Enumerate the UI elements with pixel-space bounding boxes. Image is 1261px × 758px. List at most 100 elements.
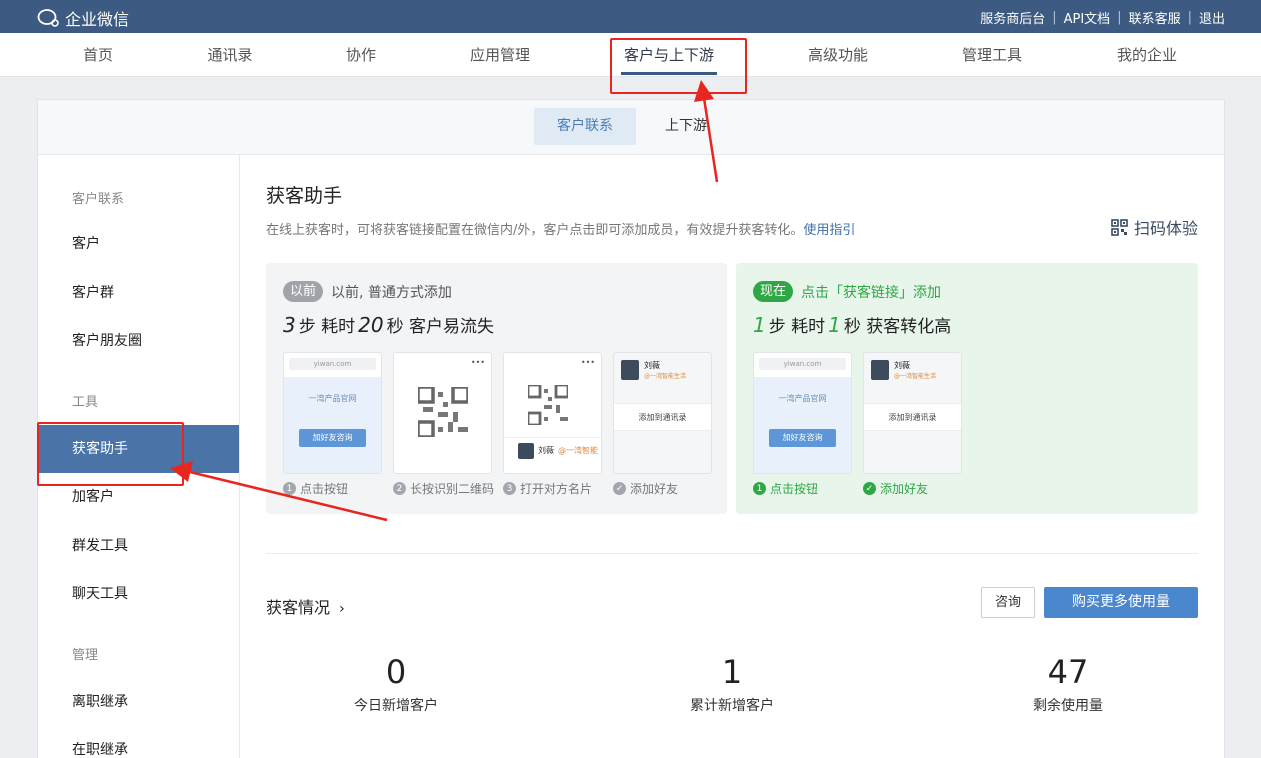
link-logout[interactable]: 退出 xyxy=(1199,8,1225,27)
divider: | xyxy=(1187,10,1192,25)
top-links: 服务商后台 | API文档 | 联系客服 | 退出 xyxy=(980,8,1225,27)
now-summary-text-1: 步 耗时 xyxy=(768,317,826,337)
nav-collab[interactable]: 协作 xyxy=(345,33,377,77)
consult-button[interactable]: 咨询 xyxy=(981,587,1035,618)
sidebar-item-chat-tools[interactable]: 聊天工具 xyxy=(38,570,239,618)
before-step-1: 1 点击按钮 xyxy=(283,480,348,497)
mock-consult-button: 加好友咨询 xyxy=(769,429,836,447)
page-description: 在线上获客时，可将获客链接配置在微信内/外，客户点击即可添加成员，有效提升获客转… xyxy=(266,219,855,238)
mock-website-screen: yiwan.com 一湾产品官网 加好友咨询 xyxy=(283,352,382,474)
logo[interactable]: 企业微信 xyxy=(37,6,129,30)
sidebar-item-customers[interactable]: 客户 xyxy=(38,220,239,268)
sidebar-item-add-customer[interactable]: 加客户 xyxy=(38,473,239,521)
mock-hero: 一湾产品官网 加好友咨询 xyxy=(284,377,381,473)
description-text: 在线上获客时，可将获客链接配置在微信内/外，客户点击即可添加成员，有效提升获客转… xyxy=(266,223,804,238)
mock-add-contact: 添加到通讯录 xyxy=(864,403,961,431)
before-seconds: 20 xyxy=(358,313,384,337)
mock-contact-name: 刘薇 xyxy=(894,361,910,370)
step-label: 添加好友 xyxy=(630,482,679,496)
qr-code-icon xyxy=(418,387,468,437)
mock-more-icon: ••• xyxy=(470,358,485,367)
now-step-count: 1 xyxy=(753,313,766,337)
divider: | xyxy=(1052,10,1057,25)
sidebar-item-customer-groups[interactable]: 客户群 xyxy=(38,269,239,317)
mock-contact-name: 刘薇 xyxy=(538,446,554,455)
mock-contact-card-screen: 刘薇 @一湾智能生活 添加到通讯录 xyxy=(863,352,962,474)
sub-tabs: 客户联系 上下游 xyxy=(38,100,1224,155)
step-number-icon: 1 xyxy=(283,482,296,495)
nav-my-company[interactable]: 我的企业 xyxy=(1115,33,1179,77)
top-bar: 企业微信 服务商后台 | API文档 | 联系客服 | 退出 xyxy=(0,0,1261,33)
scan-label: 扫码体验 xyxy=(1133,219,1198,238)
buy-more-usage-button[interactable]: 购买更多使用量 xyxy=(1044,587,1198,618)
section-divider xyxy=(266,553,1198,554)
nav-home[interactable]: 首页 xyxy=(82,33,114,77)
mock-qr-contact-screen: ••• 刘薇 @一湾智能 xyxy=(503,352,602,474)
mock-site-title: 一湾产品官网 xyxy=(778,394,827,403)
mock-contact: 刘薇 @一湾智能生活 xyxy=(621,360,686,380)
now-comparison-panel: 现在 点击「获客链接」添加 1 步 耗时 1 秒 获客转化高 yiwan.com… xyxy=(736,263,1198,514)
mock-more-icon: ••• xyxy=(580,358,595,367)
mock-qr-screen: ••• xyxy=(393,352,492,474)
before-step-count: 3 xyxy=(283,313,296,337)
mock-contact-card-screen: 刘薇 @一湾智能生活 添加到通讯录 xyxy=(613,352,712,474)
mock-site-title: 一湾产品官网 xyxy=(308,394,357,403)
before-badge: 以前 xyxy=(283,281,324,302)
stat-value: 0 xyxy=(385,653,407,691)
chat-logo-icon xyxy=(37,9,59,27)
qr-code-icon xyxy=(528,385,568,425)
check-icon: ✓ xyxy=(863,482,876,495)
sidebar-item-acquisition-assistant[interactable]: 获客助手 xyxy=(38,425,239,473)
before-comparison-panel: 以前 以前, 普通方式添加 3 步 耗时 20 秒 客户易流失 yiwan.co… xyxy=(266,263,727,514)
guide-link[interactable]: 使用指引 xyxy=(803,223,855,238)
sidebar-item-moments[interactable]: 客户朋友圈 xyxy=(38,317,239,365)
link-support[interactable]: 联系客服 xyxy=(1129,8,1181,27)
mock-contact-info: 刘薇 @一湾智能生活 xyxy=(644,360,686,380)
step-number-icon: 3 xyxy=(503,482,516,495)
nav-customers-upstream[interactable]: 客户与上下游 xyxy=(620,33,718,77)
mock-contact-org: @一湾智能生活 xyxy=(644,373,687,380)
sidebar-group-tools: 工具 xyxy=(72,395,99,410)
stat-value: 1 xyxy=(721,653,743,691)
step-label: 添加好友 xyxy=(880,482,929,496)
step-label: 点击按钮 xyxy=(300,482,349,496)
acquisition-stats-link[interactable]: 获客情况 › xyxy=(266,594,345,618)
step-label: 打开对方名片 xyxy=(520,482,593,496)
check-icon: ✓ xyxy=(613,482,626,495)
now-step-2: ✓ 添加好友 xyxy=(863,480,928,497)
link-api-docs[interactable]: API文档 xyxy=(1064,8,1111,27)
link-partner-console[interactable]: 服务商后台 xyxy=(980,8,1045,27)
chevron-right-icon: › xyxy=(339,601,345,617)
sidebar-group-customer-contact: 客户联系 xyxy=(72,192,125,207)
before-step-3: 3 打开对方名片 xyxy=(503,480,592,497)
mock-contact: 刘薇 @一湾智能生活 xyxy=(871,360,936,380)
sidebar-item-broadcast[interactable]: 群发工具 xyxy=(38,522,239,570)
scan-experience-button[interactable]: 扫码体验 xyxy=(1111,215,1198,239)
mock-contact-bar: 刘薇 @一湾智能 xyxy=(504,437,601,463)
nav-admin-tools[interactable]: 管理工具 xyxy=(960,33,1024,77)
mock-contact-org: @一湾智能 xyxy=(558,446,598,455)
mock-consult-button: 加好友咨询 xyxy=(299,429,366,447)
logo-text: 企业微信 xyxy=(65,10,130,29)
tab-customer-contact[interactable]: 客户联系 xyxy=(534,108,636,145)
now-badge: 现在 xyxy=(753,281,794,302)
nav-contacts[interactable]: 通讯录 xyxy=(206,33,254,77)
stat-label: 今日新增客户 xyxy=(354,698,438,714)
sidebar-item-resigned-transfer[interactable]: 离职继承 xyxy=(38,678,239,726)
main-nav: 首页 通讯录 协作 应用管理 客户与上下游 高级功能 管理工具 我的企业 xyxy=(0,33,1261,77)
mock-website-screen: yiwan.com 一湾产品官网 加好友咨询 xyxy=(753,352,852,474)
sidebar-item-onjob-transfer[interactable]: 在职继承 xyxy=(38,726,239,758)
now-headline: 点击「获客链接」添加 xyxy=(801,284,942,301)
stat-value: 47 xyxy=(1047,653,1089,691)
stat-total-new: 1 累计新增客户 xyxy=(612,652,852,715)
step-label: 长按识别二维码 xyxy=(410,482,495,496)
nav-advanced[interactable]: 高级功能 xyxy=(806,33,870,77)
before-step-2: 2 长按识别二维码 xyxy=(393,480,494,497)
mock-add-contact: 添加到通讯录 xyxy=(614,403,711,431)
stat-today-new: 0 今日新增客户 xyxy=(276,652,516,715)
tab-upstream-downstream[interactable]: 上下游 xyxy=(648,108,724,145)
before-summary: 3 步 耗时 20 秒 客户易流失 xyxy=(283,312,494,337)
before-headline: 以前, 普通方式添加 xyxy=(331,284,452,301)
nav-app-management[interactable]: 应用管理 xyxy=(468,33,532,77)
mock-contact-org: @一湾智能生活 xyxy=(894,373,937,380)
